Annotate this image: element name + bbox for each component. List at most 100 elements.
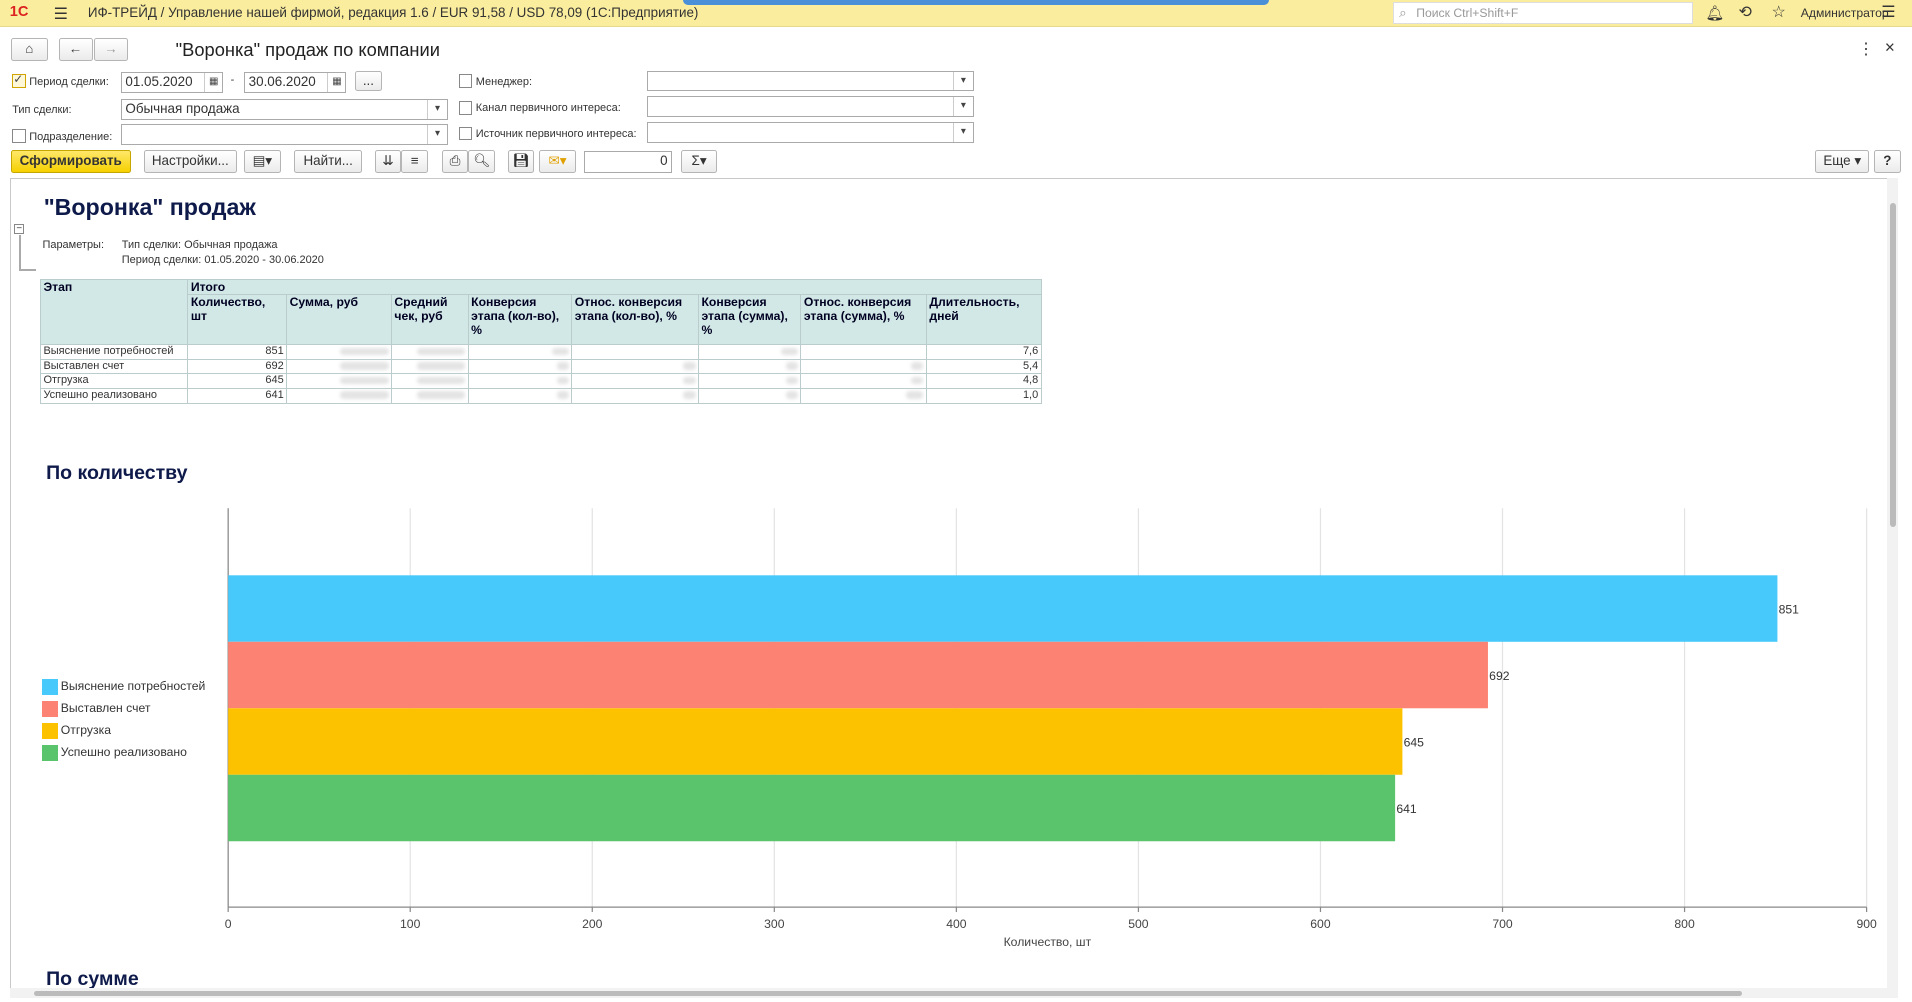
menu-icon[interactable]: ☰ [54, 4, 68, 24]
manager-label: Менеджер: [475, 75, 533, 88]
division-checkbox[interactable] [12, 129, 26, 143]
period-to-field[interactable]: 30.06.2020 ▦ [244, 71, 347, 93]
x-axis-label: Количество, шт [1003, 935, 1091, 949]
back-button[interactable]: ← [58, 37, 93, 61]
app-logo: 1С [9, 3, 29, 20]
qty-cell: 692 [187, 358, 288, 375]
settings-button[interactable]: Настройки... [143, 150, 237, 174]
channel-field[interactable]: ▾ [646, 96, 974, 118]
x-tick-label: 600 [1310, 917, 1331, 931]
bell-icon[interactable]: 🔔︎ [1706, 4, 1725, 22]
table-row[interactable]: Отгрузка 645 4,8 [40, 373, 1042, 390]
save-button[interactable]: 💾︎ [507, 150, 535, 174]
blurred-cell [571, 373, 700, 390]
report-area[interactable]: − "Воронка" продаж Параметры: Тип сделки… [9, 178, 1899, 998]
col-header: Длительность, дней [925, 294, 1042, 346]
horizontal-scrollbar[interactable] [9, 988, 1889, 998]
group-line [19, 269, 37, 271]
chevron-down-icon[interactable]: ▾ [953, 123, 973, 142]
bar [227, 708, 1403, 776]
deal-type-field[interactable]: Обычная продажа ▾ [120, 98, 448, 120]
deal-type-value: Обычная продажа [125, 101, 240, 117]
scroll-thumb[interactable] [1889, 202, 1896, 528]
title-decoration [683, 0, 1269, 5]
stage-cell: Отгрузка [40, 373, 189, 390]
expand-icon: ⇊ [382, 153, 394, 169]
history-icon[interactable]: ⟲ [1739, 2, 1752, 22]
x-tick-label: 900 [1856, 917, 1877, 931]
manager-field[interactable]: ▾ [646, 70, 974, 92]
data-label: 645 [1403, 736, 1424, 750]
period-from-field[interactable]: 01.05.2020 ▦ [120, 71, 224, 93]
source-field[interactable]: ▾ [646, 122, 974, 143]
division-field[interactable]: ▾ [120, 124, 448, 146]
blurred-cell [390, 344, 469, 360]
period-checkbox[interactable]: ✓ [12, 71, 26, 88]
arrow-right-icon: → [104, 40, 118, 56]
manager-checkbox[interactable] [458, 74, 473, 88]
check-icon: ✓ [13, 71, 24, 86]
blurred-cell [467, 358, 573, 375]
blurred-cell [571, 388, 700, 404]
qty-cell: 641 [187, 388, 288, 404]
channel-checkbox[interactable] [458, 101, 473, 115]
chevron-down-icon[interactable]: ▾ [953, 97, 973, 117]
params-label: Параметры: [42, 238, 104, 251]
chevron-down-icon[interactable]: ▾ [953, 71, 973, 91]
variants-button[interactable]: ▤▾ [244, 150, 281, 174]
collapse-group-icon[interactable]: − [14, 224, 25, 234]
print-button[interactable]: ⎙ [441, 150, 469, 174]
blurred-cell [390, 388, 469, 404]
generate-button[interactable]: Сформировать [10, 150, 131, 174]
sum-counter-field[interactable]: 0 [584, 151, 673, 174]
period-more-button[interactable]: ... [355, 70, 382, 92]
col-header: Конверсия этапа (кол-во), % [467, 294, 573, 346]
source-checkbox[interactable] [458, 126, 473, 141]
more-vert-icon[interactable]: ⋮ [1858, 39, 1874, 59]
period-label: Период сделки: [29, 75, 109, 88]
expand-groups-button[interactable]: ⇊ [374, 150, 402, 174]
collapse-groups-button[interactable]: ≡ [401, 150, 429, 174]
chevron-down-icon[interactable]: ▾ [427, 99, 447, 119]
star-icon[interactable]: ☆ [1771, 2, 1785, 22]
stage-header: Этап [40, 279, 189, 346]
mail-icon: ✉▾ [548, 153, 567, 169]
forward-button[interactable]: → [93, 37, 129, 61]
calendar-icon[interactable]: ▦ [203, 72, 222, 92]
search-icon: ⌕ [1399, 4, 1407, 20]
sum-button[interactable]: Σ▾ [680, 150, 718, 174]
blurred-cell [698, 344, 802, 360]
window-title: ИФ-ТРЕЙД / Управление нашей фирмой, реда… [87, 4, 699, 20]
bar [227, 642, 1488, 709]
days-cell: 5,4 [925, 358, 1042, 375]
table-row[interactable]: Выставлен счет 692 5,4 [40, 358, 1042, 375]
preview-button[interactable]: 🔍︎ [468, 150, 496, 174]
x-tick-label: 700 [1492, 917, 1513, 931]
qty-cell: 851 [187, 344, 288, 360]
calendar-icon[interactable]: ▦ [327, 72, 345, 92]
sigma-icon: Σ [691, 153, 700, 169]
empty-cell [800, 344, 927, 360]
settings-menu-icon[interactable]: ☰ [1881, 2, 1895, 22]
close-icon[interactable]: × [1885, 38, 1895, 58]
search-input[interactable]: ⌕ Поиск Ctrl+Shift+F [1393, 2, 1694, 25]
blurred-cell [286, 344, 392, 360]
help-button[interactable]: ? [1873, 150, 1901, 174]
blurred-cell [698, 373, 802, 390]
scroll-thumb[interactable] [34, 990, 1743, 996]
send-button[interactable]: ✉▾ [539, 150, 576, 174]
blurred-cell [800, 388, 927, 404]
blurred-cell [390, 373, 469, 390]
qty-cell: 645 [187, 373, 288, 390]
group-line [19, 235, 21, 270]
chevron-down-icon[interactable]: ▾ [427, 125, 447, 145]
blurred-cell [467, 373, 573, 390]
table-row[interactable]: Выяснение потребностей 851 7,6 [40, 344, 1042, 360]
vertical-scrollbar[interactable] [1887, 178, 1899, 998]
days-cell: 1,0 [925, 388, 1042, 404]
home-button[interactable]: ⌂ [10, 37, 48, 61]
user-name[interactable]: Администратор [1801, 6, 1889, 20]
find-button[interactable]: Найти... [294, 150, 363, 174]
table-row[interactable]: Успешно реализовано 641 1,0 [40, 388, 1042, 404]
more-button[interactable]: Еще ▾ [1815, 150, 1870, 174]
